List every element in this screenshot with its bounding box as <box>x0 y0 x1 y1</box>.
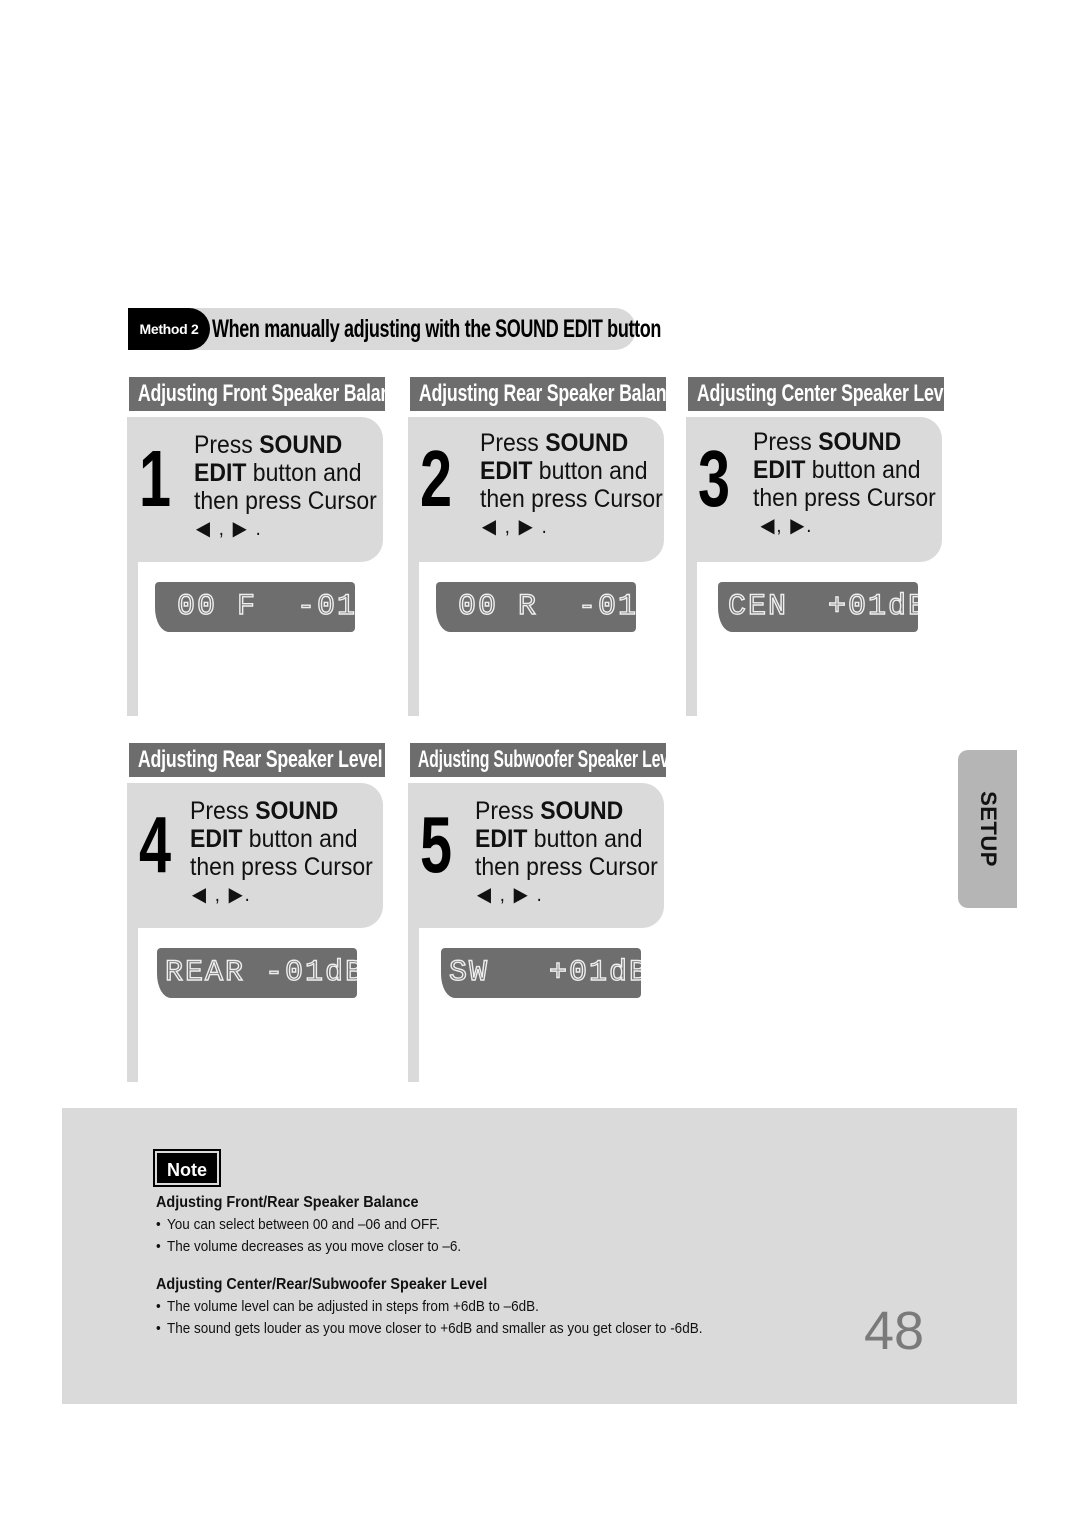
method-title: When manually adjusting with the SOUND E… <box>212 315 661 343</box>
cursor-left-right-icon: ◀ , ▶. <box>191 884 252 906</box>
note-badge: Note <box>153 1149 221 1187</box>
lcd-display: REAR -01dB <box>157 948 357 998</box>
cursor-left-right-icon: ◀ , ▶ . <box>481 516 549 538</box>
method-header: Method 2 When manually adjusting with th… <box>128 308 661 350</box>
lcd-display: 00 F -01 <box>155 582 355 632</box>
step-number: 4 <box>139 800 172 889</box>
note-item: You can select between 00 and –06 and OF… <box>156 1214 461 1236</box>
note-item: The volume level can be adjusted in step… <box>156 1296 702 1318</box>
step-number: 5 <box>420 800 453 889</box>
note-item: The volume decreases as you move closer … <box>156 1236 461 1258</box>
lcd-display: CEN +01dB <box>718 582 918 632</box>
method-tag: Method 2 <box>128 308 210 350</box>
note-heading: Adjusting Front/Rear Speaker Balance <box>156 1194 419 1211</box>
step-instructions: Press SOUND EDIT button and then press C… <box>475 797 658 909</box>
step-rail <box>686 562 697 716</box>
step-box: 2 Press SOUND EDIT button and then press… <box>408 417 664 562</box>
step-number: 3 <box>698 434 731 523</box>
note-list: You can select between 00 and –06 and OF… <box>156 1214 495 1258</box>
note-panel: Note Adjusting Front/Rear Speaker Balanc… <box>62 1108 1017 1404</box>
step-box: 1 Press SOUND EDIT button and then press… <box>127 417 383 562</box>
step-number: 1 <box>139 434 172 523</box>
cursor-left-right-icon: ◀, ▶. <box>760 515 814 537</box>
section-header: Adjusting Rear Speaker Balance <box>410 377 666 411</box>
lcd-display: SW +01dB <box>441 948 641 998</box>
note-heading: Adjusting Center/Rear/Subwoofer Speaker … <box>156 1276 488 1293</box>
cursor-left-right-icon: ◀ , ▶ . <box>476 884 544 906</box>
setup-tab-label: SETUP <box>975 791 1001 867</box>
section-header: Adjusting Front Speaker Balance <box>129 377 385 411</box>
section-header: Adjusting Rear Speaker Level <box>129 743 385 777</box>
step-rail <box>408 562 419 716</box>
step-instructions: Press SOUND EDIT button and then press C… <box>194 431 377 543</box>
note-list: The volume level can be adjusted in step… <box>156 1296 763 1340</box>
cursor-left-right-icon: ◀ , ▶ . <box>195 518 263 540</box>
step-box: 4 Press SOUND EDIT button and then press… <box>127 783 383 928</box>
note-item: The sound gets louder as you move closer… <box>156 1318 702 1340</box>
step-instructions: Press SOUND EDIT button and then press C… <box>753 428 936 540</box>
lcd-display: 00 R -01 <box>436 582 636 632</box>
step-rail <box>408 928 419 1082</box>
step-instructions: Press SOUND EDIT button and then press C… <box>480 429 663 541</box>
step-rail <box>127 562 138 716</box>
section-header: Adjusting Subwoofer Speaker Level <box>410 743 666 777</box>
page-number: 48 <box>864 1301 925 1361</box>
step-instructions: Press SOUND EDIT button and then press C… <box>190 797 373 909</box>
step-rail <box>127 928 138 1082</box>
setup-side-tab: SETUP <box>958 750 1017 908</box>
section-header: Adjusting Center Speaker Level <box>688 377 944 411</box>
step-box: 3 Press SOUND EDIT button and then press… <box>686 417 942 562</box>
step-number: 2 <box>420 434 453 523</box>
step-box: 5 Press SOUND EDIT button and then press… <box>408 783 664 928</box>
